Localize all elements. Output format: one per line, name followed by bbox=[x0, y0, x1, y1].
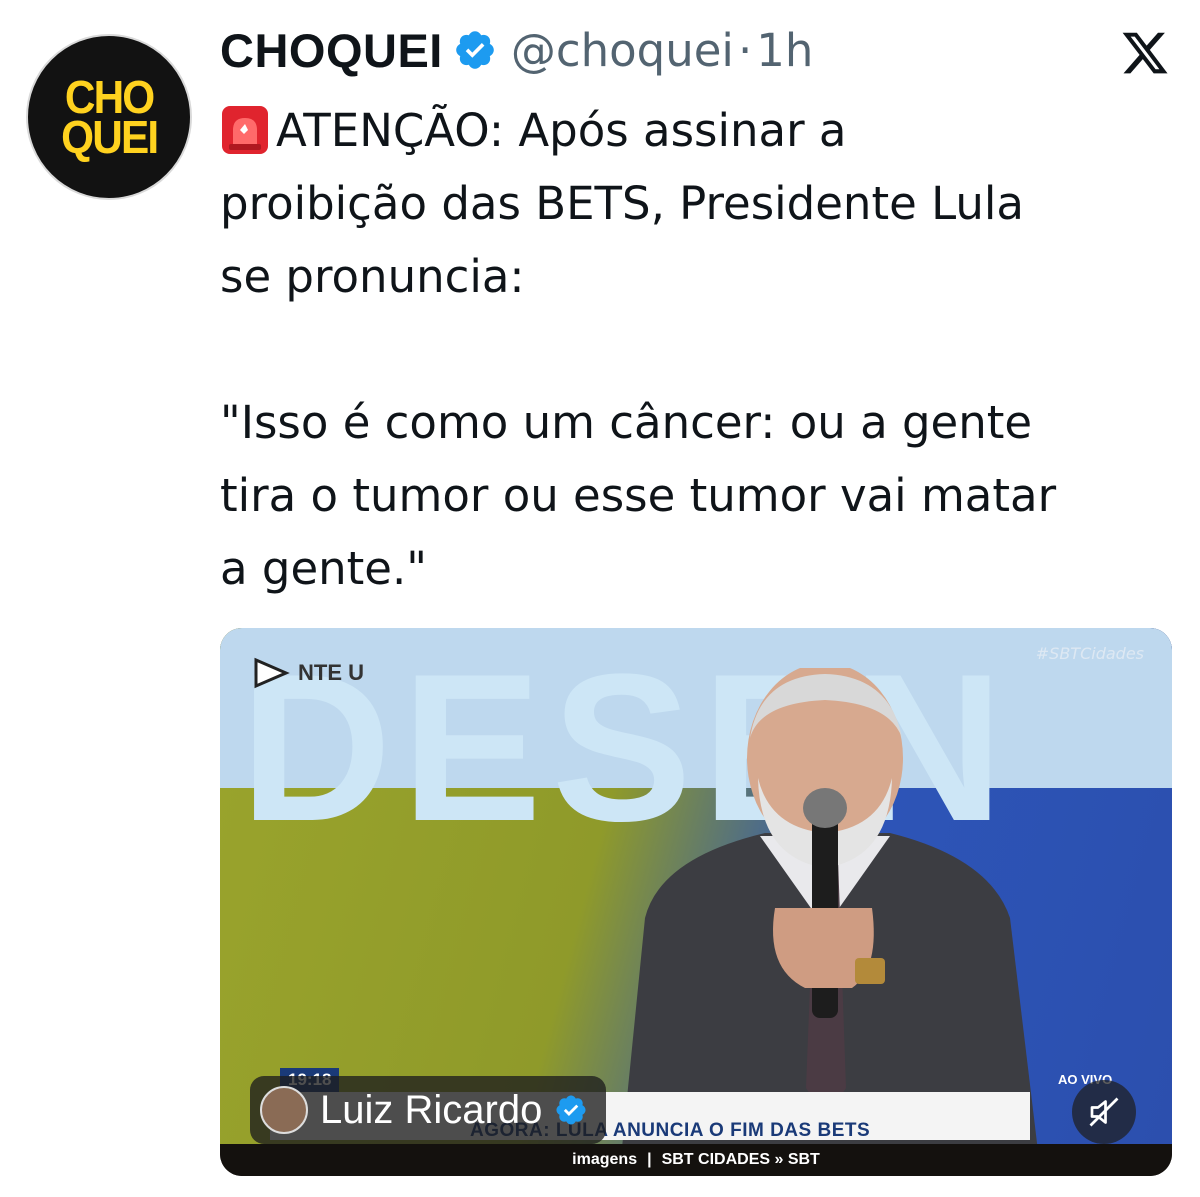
channel-play-icon bbox=[254, 657, 290, 689]
tagged-user-name: Luiz Ricardo bbox=[320, 1087, 543, 1132]
quote-line-3: a gente." bbox=[220, 542, 427, 595]
tweet-text: ATENÇÃO: Após assinar a proibição das BE… bbox=[220, 94, 1180, 605]
verified-badge-icon bbox=[456, 31, 494, 69]
credit-images: imagens bbox=[572, 1151, 638, 1168]
video-hashtag: #SBTCidades bbox=[1035, 644, 1144, 663]
speaker-figure bbox=[622, 668, 1038, 1144]
siren-emoji-icon bbox=[222, 106, 268, 154]
muted-speaker-icon bbox=[1089, 1097, 1119, 1127]
channel-logo: NTE U bbox=[252, 656, 364, 690]
mute-toggle-button[interactable] bbox=[1072, 1080, 1136, 1144]
tagged-user-avatar bbox=[260, 1086, 308, 1134]
author-avatar[interactable]: CHO QUEI bbox=[26, 34, 192, 200]
tweet-card[interactable]: CHO QUEI CHOQUEI @choquei · 1h ATENÇÃO: … bbox=[0, 0, 1200, 1197]
author-handle[interactable]: @choquei bbox=[511, 24, 734, 77]
tweet-timestamp[interactable]: 1h bbox=[756, 24, 813, 77]
channel-logo-text: NTE U bbox=[298, 660, 364, 685]
video-credit-bar: imagens | SBT CIDADES » SBT bbox=[220, 1144, 1172, 1176]
quote-line-1: "Isso é como um câncer: ou a gente bbox=[220, 396, 1033, 449]
tweet-line-2: proibição das BETS, Presidente Lula bbox=[220, 177, 1024, 230]
tagged-user-chip[interactable]: Luiz Ricardo bbox=[250, 1076, 607, 1144]
tweet-line-3: se pronuncia: bbox=[220, 250, 525, 303]
credit-separator: | bbox=[647, 1151, 652, 1168]
author-display-name[interactable]: CHOQUEI bbox=[220, 23, 443, 78]
tweet-line-1: ATENÇÃO: Após assinar a bbox=[220, 94, 1180, 167]
credit-source: SBT CIDADES » SBT bbox=[661, 1151, 820, 1168]
header-separator: · bbox=[737, 23, 753, 77]
x-logo-icon[interactable] bbox=[1120, 28, 1170, 78]
tweet-header: CHOQUEI @choquei · 1h bbox=[220, 18, 813, 82]
video-frame: DESEN NTE U #SBTCidades AGORA: LULA ANUN… bbox=[220, 628, 1172, 1144]
avatar-logo-line-2: QUEI bbox=[60, 111, 159, 163]
tweet-line-1-text: ATENÇÃO: Após assinar a bbox=[276, 104, 847, 157]
verified-badge-icon bbox=[556, 1095, 586, 1125]
quote-line-2: tira o tumor ou esse tumor vai matar bbox=[220, 469, 1057, 522]
